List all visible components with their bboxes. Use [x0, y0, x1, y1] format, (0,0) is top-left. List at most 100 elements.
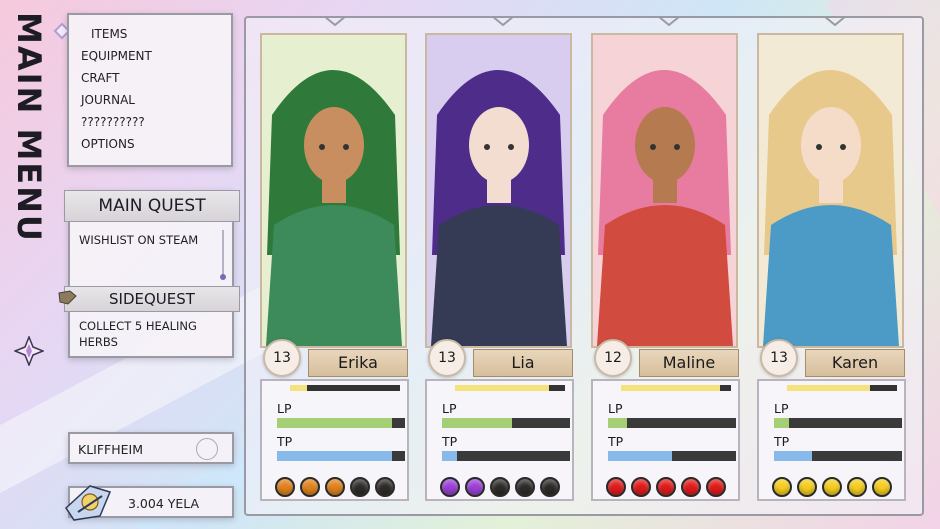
- tp-fill: [774, 451, 813, 461]
- location-name: KLIFFHEIM: [78, 442, 143, 457]
- skill-orb-icon: [822, 477, 842, 497]
- lp-label: LP: [608, 401, 623, 416]
- party-card-erika[interactable]: 13 Erika LP TP: [258, 33, 411, 501]
- quest-panel: MAIN QUEST WISHLIST ON STEAM SIDEQUEST C…: [64, 190, 240, 358]
- character-level: 13: [760, 339, 798, 377]
- tp-bar: [442, 451, 570, 461]
- frame-notch-icon: [324, 16, 346, 26]
- menu-item-options[interactable]: OPTIONS: [79, 133, 221, 155]
- xp-bar: [290, 385, 400, 391]
- lp-fill: [277, 418, 393, 428]
- skill-orbs: [772, 477, 892, 499]
- tp-fill: [277, 451, 393, 461]
- xp-fill: [787, 385, 870, 391]
- character-portrait: [425, 33, 572, 348]
- skill-orb-icon: [706, 477, 726, 497]
- skill-orbs: [606, 477, 726, 499]
- character-portrait: [591, 33, 738, 348]
- skill-orb-icon: [847, 477, 867, 497]
- character-name: Erika: [308, 349, 408, 377]
- tp-label: TP: [774, 434, 790, 449]
- skill-orb-icon: [631, 477, 651, 497]
- main-quest-text: WISHLIST ON STEAM: [79, 233, 199, 247]
- tp-label: TP: [608, 434, 624, 449]
- character-level: 12: [594, 339, 632, 377]
- xp-fill: [621, 385, 720, 391]
- xp-bar: [787, 385, 897, 391]
- skill-orbs: [440, 477, 560, 499]
- skill-orb-icon: [872, 477, 892, 497]
- character-name: Lia: [473, 349, 573, 377]
- coin-pouch-icon: [65, 485, 112, 521]
- menu-item-craft[interactable]: CRAFT: [79, 67, 221, 89]
- lp-label: LP: [774, 401, 789, 416]
- skill-orb-icon: [375, 477, 395, 497]
- main-menu-title: MAIN MENU: [10, 12, 48, 243]
- menu-item-equipment[interactable]: EQUIPMENT: [79, 45, 221, 67]
- skill-orb-icon: [606, 477, 626, 497]
- tp-bar: [774, 451, 902, 461]
- character-stats: LP TP: [260, 379, 409, 501]
- skill-orb-icon: [300, 477, 320, 497]
- tp-label: TP: [442, 434, 458, 449]
- character-stats: LP TP: [425, 379, 574, 501]
- skill-orb-icon: [797, 477, 817, 497]
- frame-notch-icon: [492, 16, 514, 26]
- menu-item-items[interactable]: ITEMS: [79, 23, 221, 45]
- party-card-lia[interactable]: 13 Lia LP TP: [423, 33, 576, 501]
- location-panel: KLIFFHEIM: [68, 432, 234, 464]
- location-emblem-icon: [196, 438, 218, 460]
- tp-fill: [608, 451, 672, 461]
- lp-bar: [277, 418, 405, 428]
- skill-orb-icon: [325, 477, 345, 497]
- character-portrait: [260, 33, 407, 348]
- skill-orb-icon: [440, 477, 460, 497]
- skill-orb-icon: [772, 477, 792, 497]
- main-quest-heading: MAIN QUEST: [64, 190, 240, 222]
- frame-notch-icon: [658, 16, 680, 26]
- character-portrait: [757, 33, 904, 348]
- tp-label: TP: [277, 434, 293, 449]
- quest-scroll-icon: [58, 290, 77, 305]
- sidequest-heading: SIDEQUEST: [64, 286, 240, 312]
- skill-orb-icon: [540, 477, 560, 497]
- skill-orb-icon: [465, 477, 485, 497]
- quest-scrollbar[interactable]: [220, 230, 226, 280]
- sidequest-text: COLLECT 5 HEALING HERBS: [79, 319, 197, 349]
- lp-label: LP: [442, 401, 457, 416]
- menu-item-hidden[interactable]: ??????????: [79, 111, 221, 133]
- skill-orb-icon: [515, 477, 535, 497]
- skill-orb-icon: [350, 477, 370, 497]
- skill-orbs: [275, 477, 395, 499]
- menu-item-journal[interactable]: JOURNAL: [79, 89, 221, 111]
- xp-bar: [455, 385, 565, 391]
- character-name: Maline: [639, 349, 739, 377]
- frame-notch-icon: [824, 16, 846, 26]
- tp-fill: [442, 451, 458, 461]
- party-card-maline[interactable]: 12 Maline LP TP: [589, 33, 742, 501]
- main-menu-list: ITEMS EQUIPMENT CRAFT JOURNAL ??????????…: [69, 15, 231, 163]
- lp-fill: [442, 418, 513, 428]
- compass-icon: [14, 336, 44, 366]
- skill-orb-icon: [656, 477, 676, 497]
- lp-bar: [442, 418, 570, 428]
- skill-orb-icon: [490, 477, 510, 497]
- tp-bar: [608, 451, 736, 461]
- lp-fill: [608, 418, 628, 428]
- party-card-karen[interactable]: 13 Karen LP TP: [755, 33, 908, 501]
- character-level: 13: [263, 339, 301, 377]
- money-amount: 3.004 YELA: [128, 496, 200, 511]
- skill-orb-icon: [275, 477, 295, 497]
- xp-bar: [621, 385, 731, 391]
- character-stats: LP TP: [591, 379, 740, 501]
- lp-bar: [774, 418, 902, 428]
- lp-bar: [608, 418, 736, 428]
- tp-bar: [277, 451, 405, 461]
- lp-fill: [774, 418, 790, 428]
- skill-orb-icon: [681, 477, 701, 497]
- character-name: Karen: [805, 349, 905, 377]
- xp-fill: [455, 385, 549, 391]
- main-menu-panel: ITEMS EQUIPMENT CRAFT JOURNAL ??????????…: [67, 13, 233, 167]
- lp-label: LP: [277, 401, 292, 416]
- xp-fill: [290, 385, 307, 391]
